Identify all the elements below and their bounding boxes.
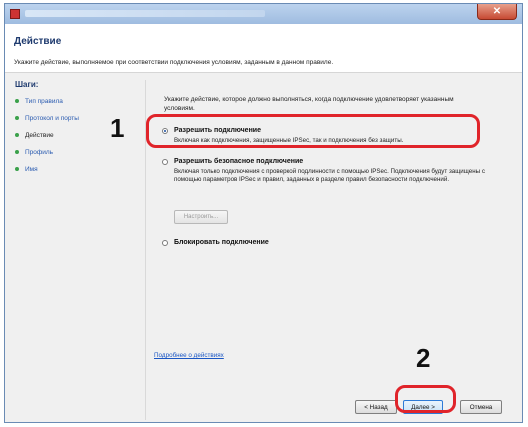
wizard-header: Действие Укажите действие, выполняемое п… bbox=[5, 24, 522, 73]
callout-number-2: 2 bbox=[416, 343, 431, 373]
step-label: Профиль bbox=[25, 149, 54, 156]
app-icon bbox=[10, 9, 20, 19]
step-label: Протокол и порты bbox=[25, 115, 79, 122]
step-bullet-icon bbox=[15, 99, 19, 104]
action-instructions: Укажите действие, которое должно выполня… bbox=[164, 96, 454, 112]
step-label: Имя bbox=[25, 166, 38, 173]
option-allow-secure-label: Разрешить безопасное подключение bbox=[174, 158, 304, 165]
page-description: Укажите действие, выполняемое при соотве… bbox=[14, 59, 334, 66]
window-title-blurred bbox=[25, 10, 265, 17]
steps-heading: Шаги: bbox=[15, 80, 39, 89]
title-bar[interactable]: ✕ bbox=[5, 4, 522, 24]
step-bullet-icon bbox=[15, 150, 19, 155]
step-rule-type[interactable]: Тип правила bbox=[15, 98, 63, 105]
close-button[interactable]: ✕ bbox=[477, 4, 517, 20]
firewall-rule-wizard-window: ✕ Действие Укажите действие, выполняемое… bbox=[4, 3, 523, 423]
step-protocol-ports[interactable]: Протокол и порты bbox=[15, 115, 79, 122]
radio-block[interactable] bbox=[162, 240, 168, 246]
highlight-allow-connection bbox=[146, 114, 480, 148]
page-title: Действие bbox=[14, 36, 62, 47]
cancel-button[interactable]: Отмена bbox=[460, 400, 502, 414]
option-allow-secure-desc: Включая только подключения с проверкой п… bbox=[174, 168, 485, 183]
step-bullet-icon bbox=[15, 133, 19, 138]
step-action[interactable]: Действие bbox=[15, 132, 54, 139]
step-profile[interactable]: Профиль bbox=[15, 149, 53, 156]
step-bullet-icon bbox=[15, 167, 19, 172]
radio-allow-secure[interactable] bbox=[162, 159, 168, 165]
step-label: Действие bbox=[25, 132, 54, 139]
customize-button[interactable]: Настроить... bbox=[174, 210, 228, 224]
step-bullet-icon bbox=[15, 116, 19, 121]
callout-number-1: 1 bbox=[110, 113, 125, 143]
highlight-next-button bbox=[395, 385, 456, 413]
back-button[interactable]: < Назад bbox=[355, 400, 397, 414]
step-name[interactable]: Имя bbox=[15, 166, 38, 173]
step-label: Тип правила bbox=[25, 98, 63, 105]
option-block-label: Блокировать подключение bbox=[174, 239, 269, 246]
learn-more-link[interactable]: Подробнее о действиях bbox=[154, 352, 224, 359]
